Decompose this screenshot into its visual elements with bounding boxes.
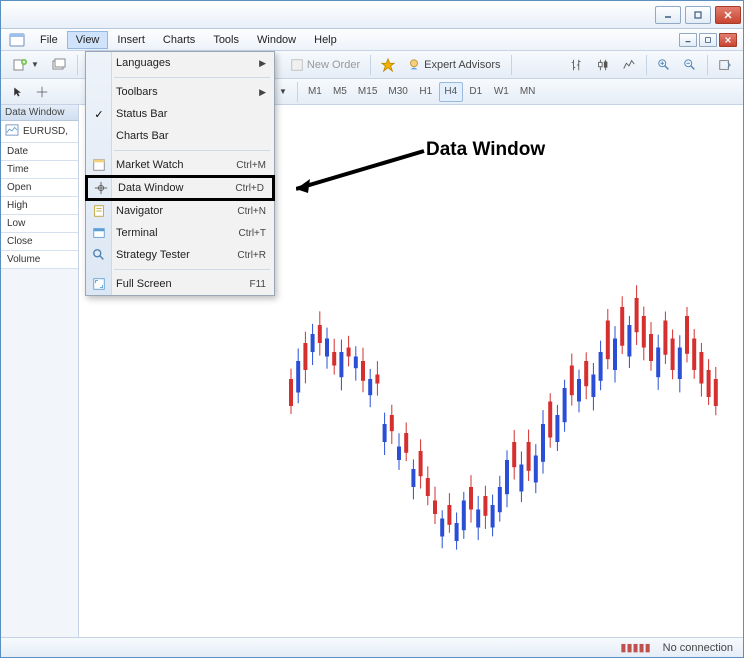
timeframe-w1[interactable]: W1 <box>489 82 514 102</box>
strategy-tester-icon <box>91 247 107 263</box>
data-row-open: Open <box>1 179 78 197</box>
menubar: FileViewInsertChartsToolsWindowHelp <box>1 29 743 51</box>
data-row-volume: Volume <box>1 251 78 269</box>
titlebar <box>1 1 743 29</box>
data-window-icon <box>93 180 109 196</box>
menu-insert[interactable]: Insert <box>108 31 154 49</box>
zoom-out-button[interactable] <box>678 54 702 76</box>
data-window-title: Data Window <box>1 105 78 121</box>
expert-advisors-label: Expert Advisors <box>424 59 500 71</box>
timeframe-m15[interactable]: M15 <box>353 82 382 102</box>
mdi-close-button[interactable] <box>719 33 737 47</box>
expert-advisors-button[interactable]: Expert Advisors <box>402 54 505 76</box>
menu-file[interactable]: File <box>31 31 67 49</box>
zoom-in-button[interactable] <box>652 54 676 76</box>
view-menu-dropdown: Languages▶ Toolbars▶ ✓ Status Bar Charts… <box>85 51 275 296</box>
menu-market-watch[interactable]: Market Watch Ctrl+M <box>86 154 274 176</box>
menu-help[interactable]: Help <box>305 31 346 49</box>
statusbar: ▮▮▮▮▮ No connection <box>1 637 743 657</box>
maximize-button[interactable] <box>685 6 711 24</box>
timeframe-m5[interactable]: M5 <box>328 82 352 102</box>
data-row-high: High <box>1 197 78 215</box>
connection-icon: ▮▮▮▮▮ <box>620 641 650 654</box>
annotation-arrow <box>296 139 446 199</box>
data-window-panel: Data Window EURUSD, DateTimeOpenHighLowC… <box>1 105 79 637</box>
bar-chart-button[interactable] <box>565 54 589 76</box>
timeframe-d1[interactable]: D1 <box>464 82 488 102</box>
chart-icon <box>5 124 19 139</box>
timeframe-m30[interactable]: M30 <box>383 82 412 102</box>
data-window-symbol-row: EURUSD, <box>1 121 78 143</box>
menu-toolbars[interactable]: Toolbars▶ <box>86 81 274 103</box>
submenu-arrow-icon: ▶ <box>259 87 266 98</box>
mdi-minimize-button[interactable] <box>679 33 697 47</box>
terminal-icon <box>91 225 107 241</box>
application-window: FileViewInsertChartsToolsWindowHelp ▼ Ne… <box>0 0 744 658</box>
connection-status: No connection <box>663 642 733 654</box>
minimize-button[interactable] <box>655 6 681 24</box>
timeframe-h1[interactable]: H1 <box>414 82 438 102</box>
timeframe-h4[interactable]: H4 <box>439 82 463 102</box>
auto-scroll-button[interactable] <box>713 54 737 76</box>
menu-languages[interactable]: Languages▶ <box>86 52 274 74</box>
data-row-time: Time <box>1 161 78 179</box>
market-watch-icon <box>91 157 107 173</box>
checkmark-icon: ✓ <box>91 106 107 122</box>
timeframe-m1[interactable]: M1 <box>303 82 327 102</box>
menu-charts[interactable]: Charts <box>154 31 204 49</box>
full-screen-icon <box>91 276 107 292</box>
symbol-label: EURUSD, <box>23 126 68 137</box>
data-row-close: Close <box>1 233 78 251</box>
autotrading-button[interactable] <box>376 54 400 76</box>
crosshair-button[interactable] <box>31 81 53 103</box>
menu-tools[interactable]: Tools <box>204 31 248 49</box>
timeframe-mn[interactable]: MN <box>515 82 541 102</box>
close-button[interactable] <box>715 6 741 24</box>
new-order-label: New Order <box>307 59 360 71</box>
menu-view[interactable]: View <box>67 31 109 49</box>
menu-charts-bar[interactable]: Charts Bar <box>86 125 274 147</box>
menu-strategy-tester[interactable]: Strategy Tester Ctrl+R <box>86 244 274 266</box>
menu-window[interactable]: Window <box>248 31 305 49</box>
navigator-icon <box>91 203 107 219</box>
line-chart-button[interactable] <box>617 54 641 76</box>
mdi-restore-button[interactable] <box>699 33 717 47</box>
menu-data-window[interactable]: Data Window Ctrl+D <box>85 175 275 201</box>
annotation-label: Data Window <box>426 139 545 161</box>
menu-navigator[interactable]: Navigator Ctrl+N <box>86 200 274 222</box>
candlestick-button[interactable] <box>591 54 615 76</box>
menu-status-bar[interactable]: ✓ Status Bar <box>86 103 274 125</box>
menu-terminal[interactable]: Terminal Ctrl+T <box>86 222 274 244</box>
data-row-low: Low <box>1 215 78 233</box>
new-order-button[interactable]: New Order <box>285 54 365 76</box>
new-chart-button[interactable]: ▼ <box>7 54 44 76</box>
app-icon <box>7 30 27 50</box>
menu-full-screen[interactable]: Full Screen F11 <box>86 273 274 295</box>
data-row-date: Date <box>1 143 78 161</box>
cursor-button[interactable] <box>7 81 29 103</box>
submenu-arrow-icon: ▶ <box>259 58 266 69</box>
profiles-button[interactable] <box>46 54 72 76</box>
